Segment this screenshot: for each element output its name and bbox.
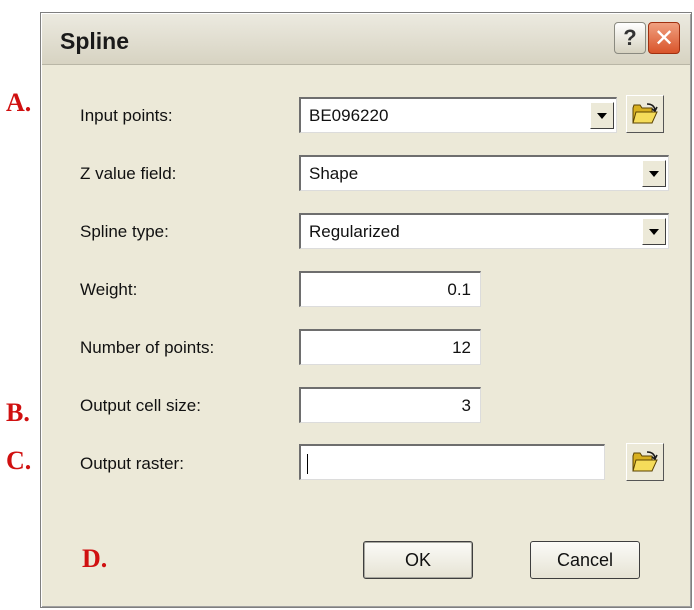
output-cell-size-label: Output cell size: [80, 396, 201, 415]
chevron-down-icon [597, 112, 607, 119]
z-value-field-combo[interactable]: Shape [299, 155, 669, 191]
spline-dialog: Spline ? ✕ Input points: BE096220 Z valu… [40, 12, 692, 608]
input-points-value: BE096220 [309, 106, 389, 125]
annotation-a: A. [6, 88, 32, 117]
cancel-button[interactable]: Cancel [530, 541, 640, 579]
cancel-button-label: Cancel [556, 549, 614, 570]
annotation-c: C. [6, 446, 32, 475]
weight-input[interactable]: 0.1 [299, 271, 481, 307]
number-of-points-input[interactable]: 12 [299, 329, 481, 365]
annotation-d: D. [82, 544, 108, 573]
input-points-label: Input points: [80, 106, 173, 125]
output-cell-size-value: 3 [461, 396, 471, 415]
output-cell-size-input[interactable]: 3 [299, 387, 481, 423]
output-raster-input[interactable] [299, 444, 605, 480]
number-of-points-value: 12 [452, 338, 471, 357]
ok-button-label: OK [404, 549, 431, 570]
input-points-browse-button[interactable] [626, 95, 664, 133]
help-button[interactable]: ? [614, 22, 646, 54]
weight-value: 0.1 [447, 280, 471, 299]
annotation-b: B. [6, 398, 30, 427]
spline-type-dropdown-button[interactable] [642, 218, 666, 245]
chevron-down-icon [649, 228, 659, 235]
spline-type-label: Spline type: [80, 222, 169, 241]
output-raster-label: Output raster: [80, 454, 184, 473]
folder-open-icon [632, 451, 658, 472]
spline-type-value: Regularized [309, 222, 400, 241]
weight-label: Weight: [80, 280, 138, 299]
spline-type-combo[interactable]: Regularized [299, 213, 669, 249]
z-value-field-label: Z value field: [80, 164, 177, 183]
output-raster-browse-button[interactable] [626, 443, 664, 481]
input-points-dropdown-button[interactable] [590, 102, 614, 129]
chevron-down-icon [649, 170, 659, 177]
number-of-points-label: Number of points: [80, 338, 215, 357]
dialog-title: Spline [60, 28, 130, 54]
help-icon: ? [623, 25, 637, 50]
title-bar[interactable]: Spline ? ✕ [42, 14, 690, 65]
folder-open-icon [632, 103, 658, 124]
input-points-combo[interactable]: BE096220 [299, 97, 617, 133]
z-value-field-value: Shape [309, 164, 359, 183]
close-button[interactable]: ✕ [648, 22, 680, 54]
text-caret [307, 454, 308, 474]
z-value-field-dropdown-button[interactable] [642, 160, 666, 187]
close-icon: ✕ [653, 24, 675, 52]
ok-button[interactable]: OK [363, 541, 473, 579]
